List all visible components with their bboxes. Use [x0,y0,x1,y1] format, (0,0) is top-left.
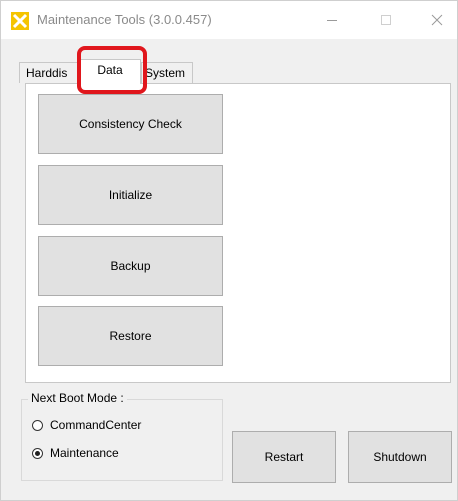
shutdown-button[interactable]: Shutdown [348,431,452,483]
next-boot-mode-group: Next Boot Mode : CommandCenter Maintenan… [21,391,223,481]
maximize-icon [381,15,391,25]
radio-button-checked[interactable] [32,447,43,459]
close-button[interactable] [414,5,458,35]
radio-maintenance-label: Maintenance [50,446,119,460]
title-bar: Maintenance Tools (3.0.0.457) [1,1,457,39]
tab-data[interactable]: Data [79,59,141,84]
radio-commandcenter[interactable]: CommandCenter [32,418,141,432]
restart-button[interactable]: Restart [232,431,336,483]
close-icon [431,14,443,26]
radio-maintenance[interactable]: Maintenance [32,446,119,460]
maintenance-tools-window: Maintenance Tools (3.0.0.457) Harddis Sy… [0,0,458,501]
consistency-check-button[interactable]: Consistency Check [38,94,223,154]
window-title: Maintenance Tools (3.0.0.457) [37,12,212,27]
data-tab-panel: Consistency Check Initialize Backup Rest… [25,83,451,383]
restore-button[interactable]: Restore [38,306,223,366]
next-boot-mode-label: Next Boot Mode : [28,391,127,405]
yellow-x-logo-icon [11,12,29,30]
tab-system[interactable]: System [141,62,193,83]
minimize-button[interactable] [309,5,355,35]
radio-button-unchecked[interactable] [32,419,43,431]
initialize-button[interactable]: Initialize [38,165,223,225]
tab-harddisk[interactable]: Harddis [19,62,81,83]
minimize-icon [327,20,337,21]
radio-commandcenter-label: CommandCenter [50,418,142,432]
backup-button[interactable]: Backup [38,236,223,296]
maximize-button[interactable] [363,5,409,35]
